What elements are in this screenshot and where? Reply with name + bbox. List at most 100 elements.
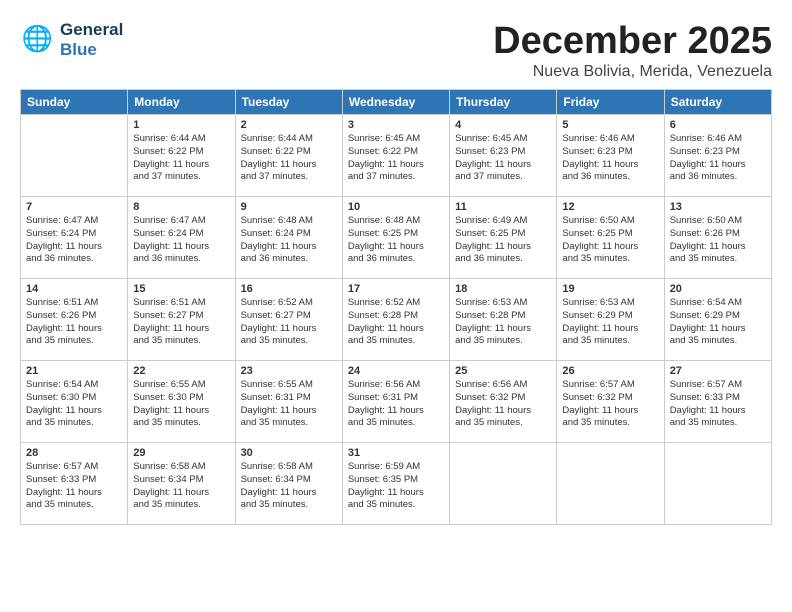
calendar-cell: 28 Sunrise: 6:57 AM Sunset: 6:33 PM Dayli… xyxy=(21,443,128,525)
cell-info: Sunrise: 6:48 AM Sunset: 6:25 PM Dayligh… xyxy=(348,215,444,266)
cell-info: Sunrise: 6:58 AM Sunset: 6:34 PM Dayligh… xyxy=(241,461,337,512)
calendar-cell: 11 Sunrise: 6:49 AM Sunset: 6:25 PM Dayli… xyxy=(450,197,557,279)
header: 🌐 General Blue December 2025 Nueva Boliv… xyxy=(20,20,772,81)
calendar-cell: 15Sunrise: 6:51 AM Sunset: 6:27 PM Dayli… xyxy=(128,279,235,361)
cell-info: Sunrise: 6:44 AM Sunset: 6:22 PM Dayligh… xyxy=(133,133,229,184)
calendar-cell: 18Sunrise: 6:53 AM Sunset: 6:28 PM Dayli… xyxy=(450,279,557,361)
calendar-cell: 2Sunrise: 6:44 AM Sunset: 6:22 PM Daylig… xyxy=(235,115,342,197)
calendar-cell xyxy=(450,443,557,525)
cell-info: Sunrise: 6:45 AM Sunset: 6:22 PM Dayligh… xyxy=(348,133,444,184)
week-row-3: 21Sunrise: 6:54 AM Sunset: 6:30 PM Dayli… xyxy=(21,361,772,443)
calendar-cell: 1 Sunrise: 6:44 AM Sunset: 6:22 PM Daylig… xyxy=(128,115,235,197)
calendar-cell: 24 Sunrise: 6:56 AM Sunset: 6:31 PM Dayli… xyxy=(342,361,449,443)
day-number: 24 xyxy=(348,365,444,377)
day-number: 10 xyxy=(348,201,444,213)
svg-text:🌐: 🌐 xyxy=(22,24,53,53)
cell-info: Sunrise: 6:51 AM Sunset: 6:26 PM Dayligh… xyxy=(26,297,122,348)
month-title: December 2025 xyxy=(493,20,772,63)
cell-info: Sunrise: 6:52 AM Sunset: 6:28 PM Dayligh… xyxy=(348,297,444,348)
day-header-friday: Friday xyxy=(557,90,664,115)
calendar-cell: 3 Sunrise: 6:45 AM Sunset: 6:22 PM Daylig… xyxy=(342,115,449,197)
day-header-wednesday: Wednesday xyxy=(342,90,449,115)
day-number: 6 xyxy=(670,119,766,131)
calendar-cell: 10 Sunrise: 6:48 AM Sunset: 6:25 PM Dayli… xyxy=(342,197,449,279)
logo-general-text: General xyxy=(60,20,123,40)
day-number: 19 xyxy=(562,283,658,295)
calendar-cell: 30Sunrise: 6:58 AM Sunset: 6:34 PM Dayli… xyxy=(235,443,342,525)
calendar-cell: 5Sunrise: 6:46 AM Sunset: 6:23 PM Daylig… xyxy=(557,115,664,197)
cell-info: Sunrise: 6:49 AM Sunset: 6:25 PM Dayligh… xyxy=(455,215,551,266)
calendar-table: SundayMondayTuesdayWednesdayThursdayFrid… xyxy=(20,89,772,525)
title-block: December 2025 Nueva Bolivia, Merida, Ven… xyxy=(493,20,772,81)
calendar-cell xyxy=(21,115,128,197)
day-number: 22 xyxy=(133,365,229,377)
day-number: 23 xyxy=(241,365,337,377)
cell-info: Sunrise: 6:46 AM Sunset: 6:23 PM Dayligh… xyxy=(562,133,658,184)
calendar-cell: 12Sunrise: 6:50 AM Sunset: 6:25 PM Dayli… xyxy=(557,197,664,279)
calendar-cell: 16Sunrise: 6:52 AM Sunset: 6:27 PM Dayli… xyxy=(235,279,342,361)
day-number: 27 xyxy=(670,365,766,377)
day-number: 4 xyxy=(455,119,551,131)
calendar-cell: 14 Sunrise: 6:51 AM Sunset: 6:26 PM Dayli… xyxy=(21,279,128,361)
day-number: 1 xyxy=(133,119,229,131)
day-header-tuesday: Tuesday xyxy=(235,90,342,115)
calendar-cell: 7 Sunrise: 6:47 AM Sunset: 6:24 PM Daylig… xyxy=(21,197,128,279)
cell-info: Sunrise: 6:57 AM Sunset: 6:33 PM Dayligh… xyxy=(670,379,766,430)
cell-info: Sunrise: 6:51 AM Sunset: 6:27 PM Dayligh… xyxy=(133,297,229,348)
calendar-cell: 25 Sunrise: 6:56 AM Sunset: 6:32 PM Dayli… xyxy=(450,361,557,443)
cell-info: Sunrise: 6:44 AM Sunset: 6:22 PM Dayligh… xyxy=(241,133,337,184)
location-title: Nueva Bolivia, Merida, Venezuela xyxy=(493,63,772,81)
logo-icon: 🌐 xyxy=(20,22,56,58)
logo: 🌐 General Blue xyxy=(20,20,123,60)
calendar-cell: 26 Sunrise: 6:57 AM Sunset: 6:32 PM Dayli… xyxy=(557,361,664,443)
day-number: 26 xyxy=(562,365,658,377)
week-row-0: 1 Sunrise: 6:44 AM Sunset: 6:22 PM Daylig… xyxy=(21,115,772,197)
calendar-cell xyxy=(664,443,771,525)
calendar-cell: 6 Sunrise: 6:46 AM Sunset: 6:23 PM Daylig… xyxy=(664,115,771,197)
calendar-cell xyxy=(557,443,664,525)
cell-info: Sunrise: 6:57 AM Sunset: 6:33 PM Dayligh… xyxy=(26,461,122,512)
day-number: 17 xyxy=(348,283,444,295)
cell-info: Sunrise: 6:56 AM Sunset: 6:32 PM Dayligh… xyxy=(455,379,551,430)
day-number: 21 xyxy=(26,365,122,377)
logo-blue-text: Blue xyxy=(60,40,123,60)
calendar-cell: 27 Sunrise: 6:57 AM Sunset: 6:33 PM Dayli… xyxy=(664,361,771,443)
day-number: 29 xyxy=(133,447,229,459)
calendar-cell: 4 Sunrise: 6:45 AM Sunset: 6:23 PM Daylig… xyxy=(450,115,557,197)
week-row-2: 14 Sunrise: 6:51 AM Sunset: 6:26 PM Dayli… xyxy=(21,279,772,361)
cell-info: Sunrise: 6:54 AM Sunset: 6:29 PM Dayligh… xyxy=(670,297,766,348)
cell-info: Sunrise: 6:47 AM Sunset: 6:24 PM Dayligh… xyxy=(133,215,229,266)
cell-info: Sunrise: 6:59 AM Sunset: 6:35 PM Dayligh… xyxy=(348,461,444,512)
calendar-cell: 9 Sunrise: 6:48 AM Sunset: 6:24 PM Daylig… xyxy=(235,197,342,279)
logo-words: General Blue xyxy=(60,20,123,60)
day-number: 28 xyxy=(26,447,122,459)
cell-info: Sunrise: 6:55 AM Sunset: 6:30 PM Dayligh… xyxy=(133,379,229,430)
cell-info: Sunrise: 6:47 AM Sunset: 6:24 PM Dayligh… xyxy=(26,215,122,266)
day-number: 31 xyxy=(348,447,444,459)
day-header-saturday: Saturday xyxy=(664,90,771,115)
day-number: 3 xyxy=(348,119,444,131)
day-number: 14 xyxy=(26,283,122,295)
cell-info: Sunrise: 6:58 AM Sunset: 6:34 PM Dayligh… xyxy=(133,461,229,512)
cell-info: Sunrise: 6:50 AM Sunset: 6:26 PM Dayligh… xyxy=(670,215,766,266)
cell-info: Sunrise: 6:56 AM Sunset: 6:31 PM Dayligh… xyxy=(348,379,444,430)
calendar-cell: 23Sunrise: 6:55 AM Sunset: 6:31 PM Dayli… xyxy=(235,361,342,443)
cell-info: Sunrise: 6:45 AM Sunset: 6:23 PM Dayligh… xyxy=(455,133,551,184)
cell-info: Sunrise: 6:53 AM Sunset: 6:29 PM Dayligh… xyxy=(562,297,658,348)
calendar-cell: 13Sunrise: 6:50 AM Sunset: 6:26 PM Dayli… xyxy=(664,197,771,279)
week-row-4: 28 Sunrise: 6:57 AM Sunset: 6:33 PM Dayli… xyxy=(21,443,772,525)
day-number: 25 xyxy=(455,365,551,377)
calendar-cell: 31 Sunrise: 6:59 AM Sunset: 6:35 PM Dayli… xyxy=(342,443,449,525)
day-number: 11 xyxy=(455,201,551,213)
day-header-thursday: Thursday xyxy=(450,90,557,115)
cell-info: Sunrise: 6:57 AM Sunset: 6:32 PM Dayligh… xyxy=(562,379,658,430)
day-number: 12 xyxy=(562,201,658,213)
calendar-cell: 19 Sunrise: 6:53 AM Sunset: 6:29 PM Dayli… xyxy=(557,279,664,361)
day-number: 16 xyxy=(241,283,337,295)
day-number: 7 xyxy=(26,201,122,213)
cell-info: Sunrise: 6:53 AM Sunset: 6:28 PM Dayligh… xyxy=(455,297,551,348)
cell-info: Sunrise: 6:46 AM Sunset: 6:23 PM Dayligh… xyxy=(670,133,766,184)
calendar-cell: 29 Sunrise: 6:58 AM Sunset: 6:34 PM Dayli… xyxy=(128,443,235,525)
cell-info: Sunrise: 6:48 AM Sunset: 6:24 PM Dayligh… xyxy=(241,215,337,266)
day-number: 9 xyxy=(241,201,337,213)
